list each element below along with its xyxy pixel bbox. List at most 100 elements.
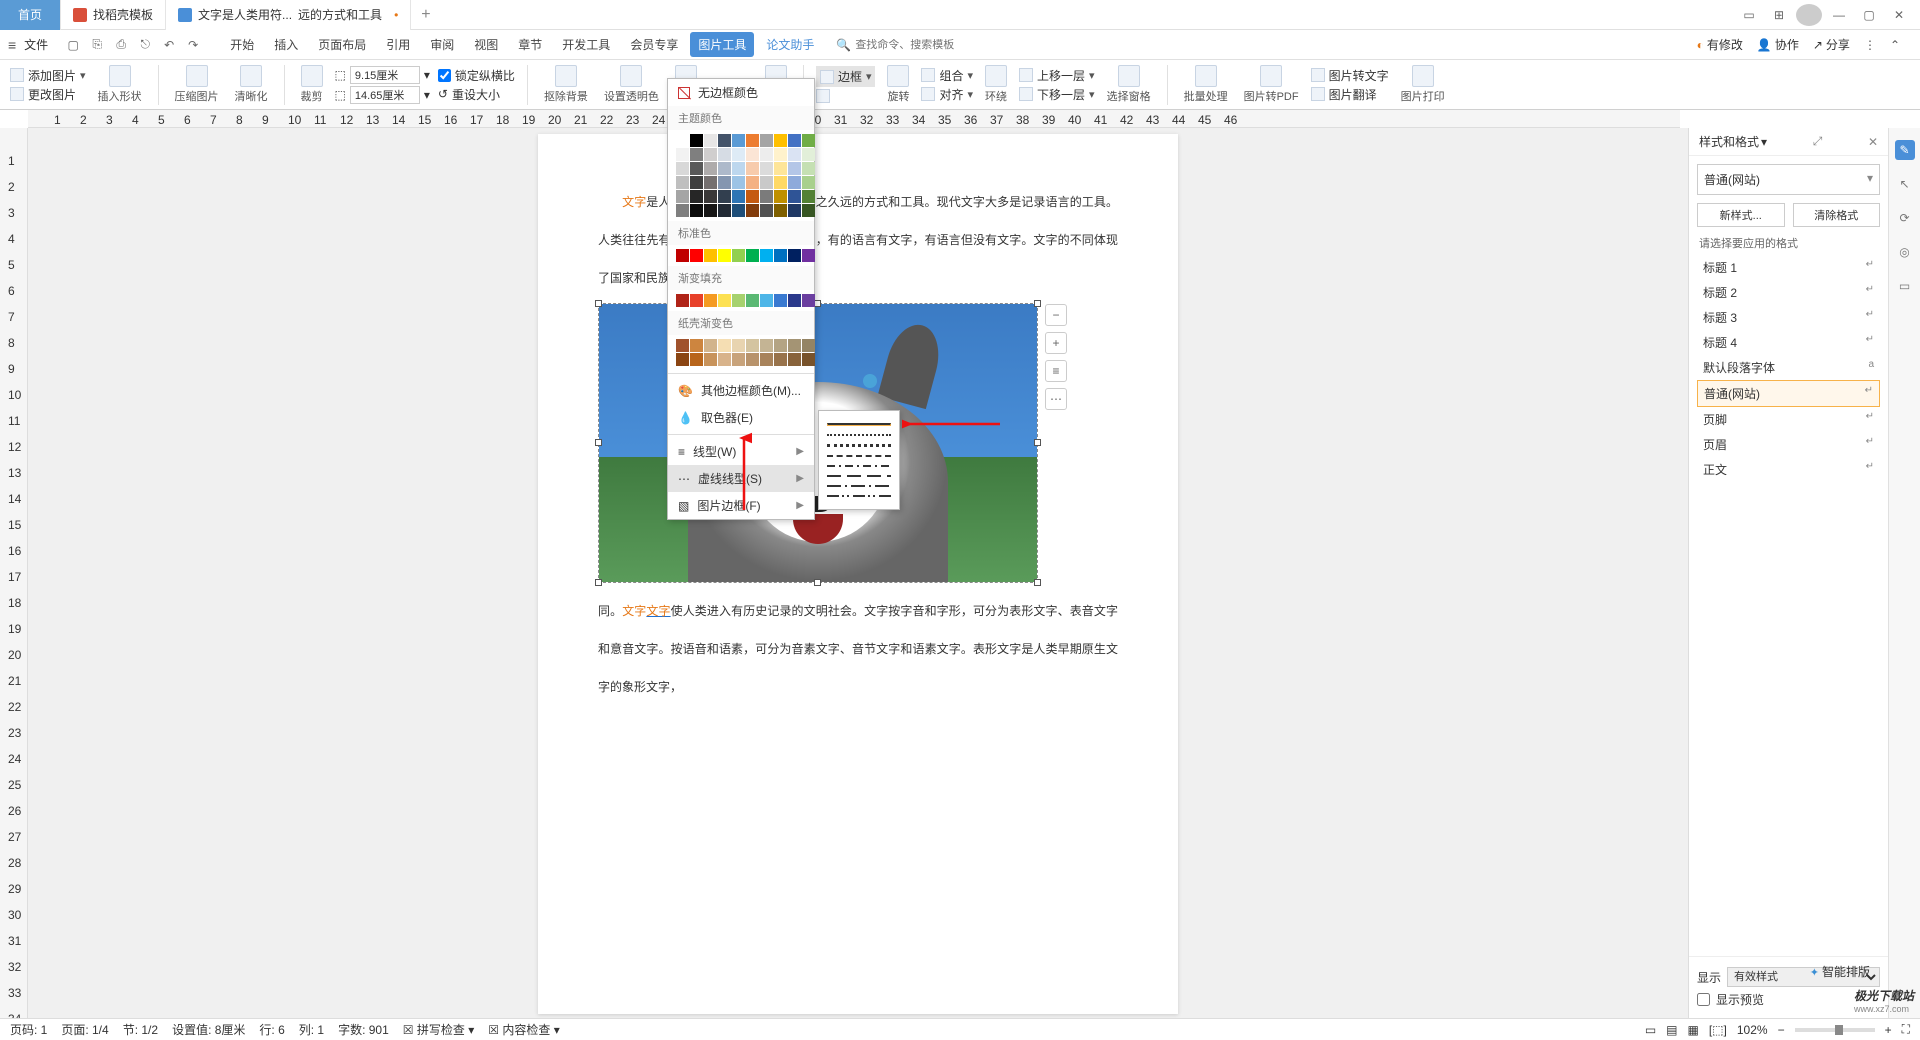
save-icon[interactable]: ⎙ (112, 36, 130, 54)
search-input[interactable] (855, 39, 975, 51)
tab-add[interactable]: + (411, 6, 440, 24)
refresh-icon[interactable]: ⟳ (1895, 208, 1915, 228)
dash-solid[interactable] (827, 423, 891, 426)
share-button[interactable]: ↗分享 (1813, 36, 1850, 53)
wrap-float-icon[interactable]: ≡ (1045, 360, 1067, 382)
color-swatch[interactable] (802, 162, 815, 175)
color-swatch[interactable] (746, 134, 759, 147)
color-swatch[interactable] (802, 294, 815, 307)
lock-ratio-checkbox[interactable]: 锁定纵横比 (438, 67, 515, 84)
cursor-icon[interactable]: ↖ (1895, 174, 1915, 194)
other-color-item[interactable]: 🎨其他边框颜色(M)... (668, 377, 814, 404)
undo-icon[interactable]: ↶ (160, 36, 178, 54)
color-swatch[interactable] (676, 294, 689, 307)
crop-button[interactable]: 裁剪 (297, 65, 327, 104)
tab-document[interactable]: 文字是人类用符...远的方式和工具 • (166, 0, 411, 30)
clear-format-button[interactable]: 清除格式 (1793, 203, 1881, 227)
color-swatch[interactable] (704, 249, 717, 262)
color-swatch[interactable] (718, 134, 731, 147)
group-button[interactable]: 组合▾ (921, 67, 973, 84)
close-icon[interactable]: ✕ (1886, 4, 1912, 26)
color-swatch[interactable] (788, 294, 801, 307)
no-border-item[interactable]: 无边框颜色 (668, 79, 814, 106)
sharpen-button[interactable]: 清晰化 (231, 65, 272, 104)
menu-tab-2[interactable]: 页面布局 (310, 32, 374, 57)
color-swatch[interactable] (718, 162, 731, 175)
file-menu[interactable]: 文件 (24, 36, 48, 53)
reset-size-button[interactable]: ↺重设大小 (438, 86, 515, 103)
color-swatch[interactable] (690, 176, 703, 189)
color-swatch[interactable] (676, 162, 689, 175)
width-input[interactable] (350, 66, 420, 84)
color-swatch[interactable] (774, 204, 787, 217)
color-swatch[interactable] (704, 176, 717, 189)
grid-icon[interactable]: ⊞ (1766, 4, 1792, 26)
color-swatch[interactable] (718, 249, 731, 262)
style-item[interactable]: 默认段落字体a (1697, 355, 1880, 380)
color-swatch[interactable] (774, 148, 787, 161)
color-swatch[interactable] (774, 176, 787, 189)
color-swatch[interactable] (732, 176, 745, 189)
change-image-button[interactable]: 更改图片 (10, 86, 86, 103)
color-swatch[interactable] (690, 204, 703, 217)
color-swatch[interactable] (774, 249, 787, 262)
redo-icon[interactable]: ↷ (184, 36, 202, 54)
color-swatch[interactable] (746, 148, 759, 161)
view-web-icon[interactable]: ▤ (1666, 1023, 1677, 1037)
remove-bg-button[interactable]: 抠除背景 (540, 65, 592, 104)
color-swatch[interactable] (746, 190, 759, 203)
color-swatch[interactable] (788, 190, 801, 203)
add-image-button[interactable]: 添加图片▾ (10, 67, 86, 84)
pin-icon[interactable]: ⤢ (1813, 134, 1823, 149)
zoom-value[interactable]: 102% (1737, 1023, 1768, 1037)
color-swatch[interactable] (718, 294, 731, 307)
menu-icon[interactable]: ≡ (8, 37, 16, 53)
color-swatch[interactable] (718, 148, 731, 161)
color-swatch[interactable] (802, 353, 815, 366)
more-icon[interactable]: ⋮ (1864, 38, 1876, 52)
color-swatch[interactable] (676, 353, 689, 366)
color-swatch[interactable] (690, 353, 703, 366)
color-swatch[interactable] (760, 176, 773, 189)
color-swatch[interactable] (746, 162, 759, 175)
color-swatch[interactable] (704, 148, 717, 161)
color-swatch[interactable] (774, 339, 787, 352)
move-down-button[interactable]: 下移一层▾ (1019, 86, 1095, 103)
menu-tab-3[interactable]: 引用 (378, 32, 418, 57)
color-swatch[interactable] (732, 134, 745, 147)
status-pages[interactable]: 页面: 1/4 (61, 1021, 108, 1038)
color-swatch[interactable] (746, 339, 759, 352)
zoom-out-icon[interactable]: − (1045, 304, 1067, 326)
color-swatch[interactable] (788, 176, 801, 189)
pending-changes[interactable]: ◐有修改 (1697, 36, 1743, 53)
color-swatch[interactable] (802, 204, 815, 217)
zoom-out-status[interactable]: − (1778, 1023, 1785, 1037)
status-spell[interactable]: ☒ 拼写检查 ▾ (403, 1021, 474, 1038)
color-swatch[interactable] (760, 204, 773, 217)
color-swatch[interactable] (718, 176, 731, 189)
to-pdf-button[interactable]: 图片转PDF (1240, 65, 1303, 104)
color-swatch[interactable] (788, 353, 801, 366)
color-swatch[interactable] (802, 249, 815, 262)
new-style-button[interactable]: 新样式... (1697, 203, 1785, 227)
color-swatch[interactable] (760, 249, 773, 262)
color-swatch[interactable] (718, 190, 731, 203)
menu-tab-6[interactable]: 章节 (510, 32, 550, 57)
expand-icon[interactable]: ⌃ (1890, 38, 1900, 52)
color-swatch[interactable] (704, 204, 717, 217)
color-swatch[interactable] (676, 148, 689, 161)
color-swatch[interactable] (802, 190, 815, 203)
zoom-in-status[interactable]: + (1885, 1023, 1892, 1037)
style-item[interactable]: 标题 1↵ (1697, 255, 1880, 280)
color-swatch[interactable] (788, 162, 801, 175)
color-swatch[interactable] (774, 353, 787, 366)
dash-dash[interactable] (827, 455, 891, 457)
minimize-icon[interactable]: — (1826, 4, 1852, 26)
color-swatch[interactable] (802, 134, 815, 147)
style-item[interactable]: 标题 3↵ (1697, 305, 1880, 330)
color-swatch[interactable] (760, 190, 773, 203)
maximize-icon[interactable]: ▢ (1856, 4, 1882, 26)
color-swatch[interactable] (746, 353, 759, 366)
menu-tab-5[interactable]: 视图 (466, 32, 506, 57)
search-box[interactable]: 🔍 (836, 38, 975, 52)
